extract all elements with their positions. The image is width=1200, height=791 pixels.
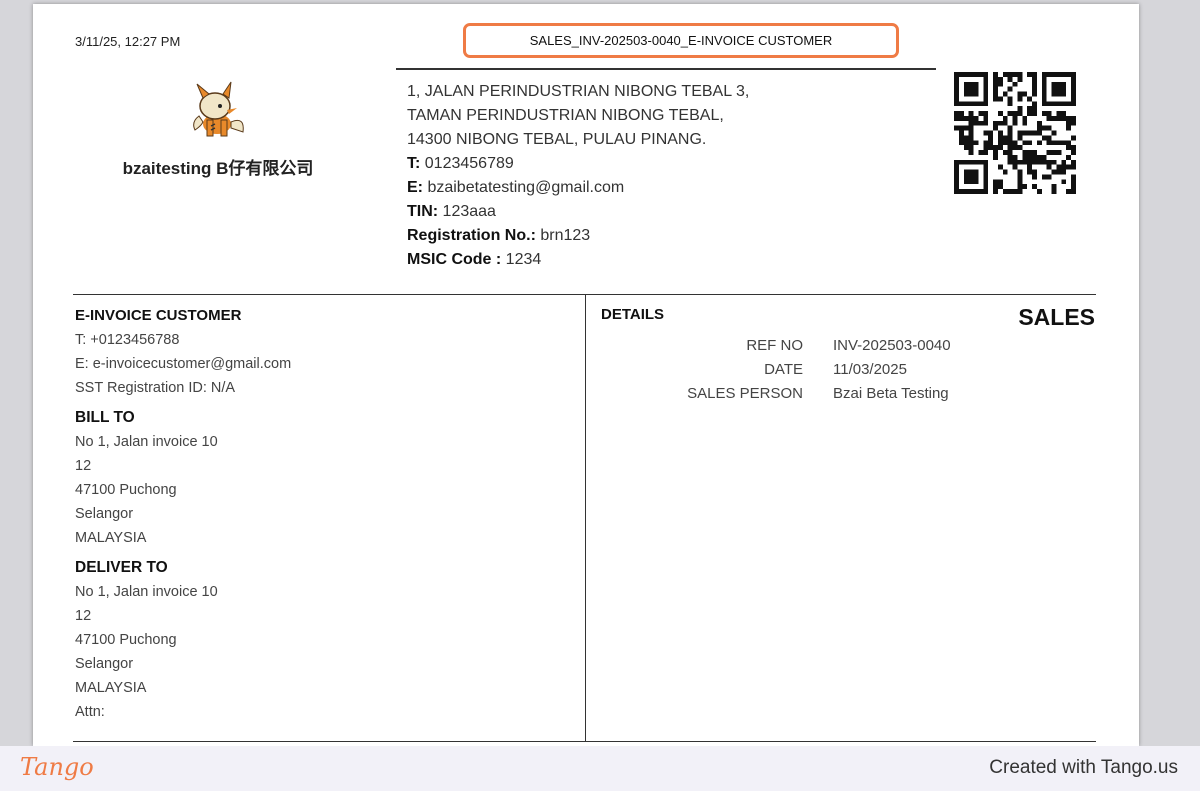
bill-to-heading: BILL TO [75,409,135,426]
table-row: REF NO INV-202503-0040 [633,334,951,358]
footer-bar: Tango Created with Tango.us [0,746,1200,791]
company-msic: MSIC Code : 1234 [407,251,542,268]
deliver-to-heading: DELIVER TO [75,559,168,576]
company-phone: T: 0123456789 [407,155,514,172]
table-row: SALES PERSON Bzai Beta Testing [633,382,951,406]
details-heading: DETAILS [601,306,665,323]
details-key: REF NO [746,337,803,354]
details-key: SALES PERSON [687,385,803,402]
company-registration: Registration No.: brn123 [407,227,591,244]
details-value: Bzai Beta Testing [833,385,949,402]
column-divider [585,294,586,742]
company-info: 1, JALAN PERINDUSTRIAN NIBONG TEBAL 3, T… [407,80,749,272]
customer-email: E: e-invoicecustomer@gmail.com [75,356,292,372]
table-row: DATE 11/03/2025 [633,358,951,382]
bill-to-line: No 1, Jalan invoice 10 [75,434,218,450]
document-title: SALES_INV-202503-0040_E-INVOICE CUSTOMER [529,33,833,48]
company-tin: TIN: 123aaa [407,203,496,220]
company-name: bzaitesting B仔有限公司 [122,159,314,178]
address-line: TAMAN PERINDUSTRIAN NIBONG TEBAL, [407,107,724,124]
details-table: REF NO INV-202503-0040 DATE 11/03/2025 S… [633,334,951,406]
deliver-to-line: Attn: [75,704,105,720]
customer-section: E-INVOICE CUSTOMER T: +0123456788 E: e-i… [75,304,291,724]
deliver-to-line: 47100 Puchong [75,632,177,648]
customer-name: E-INVOICE CUSTOMER [75,307,242,324]
invoice-page: 3/11/25, 12:27 PM SALES_INV-202503-0040_… [33,4,1139,746]
bill-to-line: 47100 Puchong [75,482,177,498]
section-divider-bottom [73,741,1096,742]
customer-sst: SST Registration ID: N/A [75,380,236,396]
address-line: 14300 NIBONG TEBAL, PULAU PINANG. [407,131,707,148]
qr-code-icon [954,72,1076,194]
bill-to-line: Selangor [75,506,134,522]
created-with-link[interactable]: Created with Tango.us [989,757,1178,779]
deliver-to-line: Selangor [75,656,134,672]
document-title-highlight: SALES_INV-202503-0040_E-INVOICE CUSTOMER [463,23,899,58]
fox-mascot-icon [193,81,244,137]
details-value: INV-202503-0040 [833,337,951,354]
details-key: DATE [764,361,803,378]
header-divider [396,68,936,70]
bill-to-line: MALAYSIA [75,530,147,546]
deliver-to-line: No 1, Jalan invoice 10 [75,584,218,600]
document-type: SALES [1018,304,1095,330]
bill-to-line: 12 [75,458,92,474]
deliver-to-line: 12 [75,608,92,624]
tango-logo[interactable]: Tango [20,753,94,781]
address-line: 1, JALAN PERINDUSTRIAN NIBONG TEBAL 3, [407,83,750,100]
company-email: E: bzaibetatesting@gmail.com [407,179,625,196]
deliver-to-line: MALAYSIA [75,680,147,696]
print-datetime: 3/11/25, 12:27 PM [75,34,181,49]
customer-phone: T: +0123456788 [75,332,180,348]
details-value: 11/03/2025 [833,361,907,378]
